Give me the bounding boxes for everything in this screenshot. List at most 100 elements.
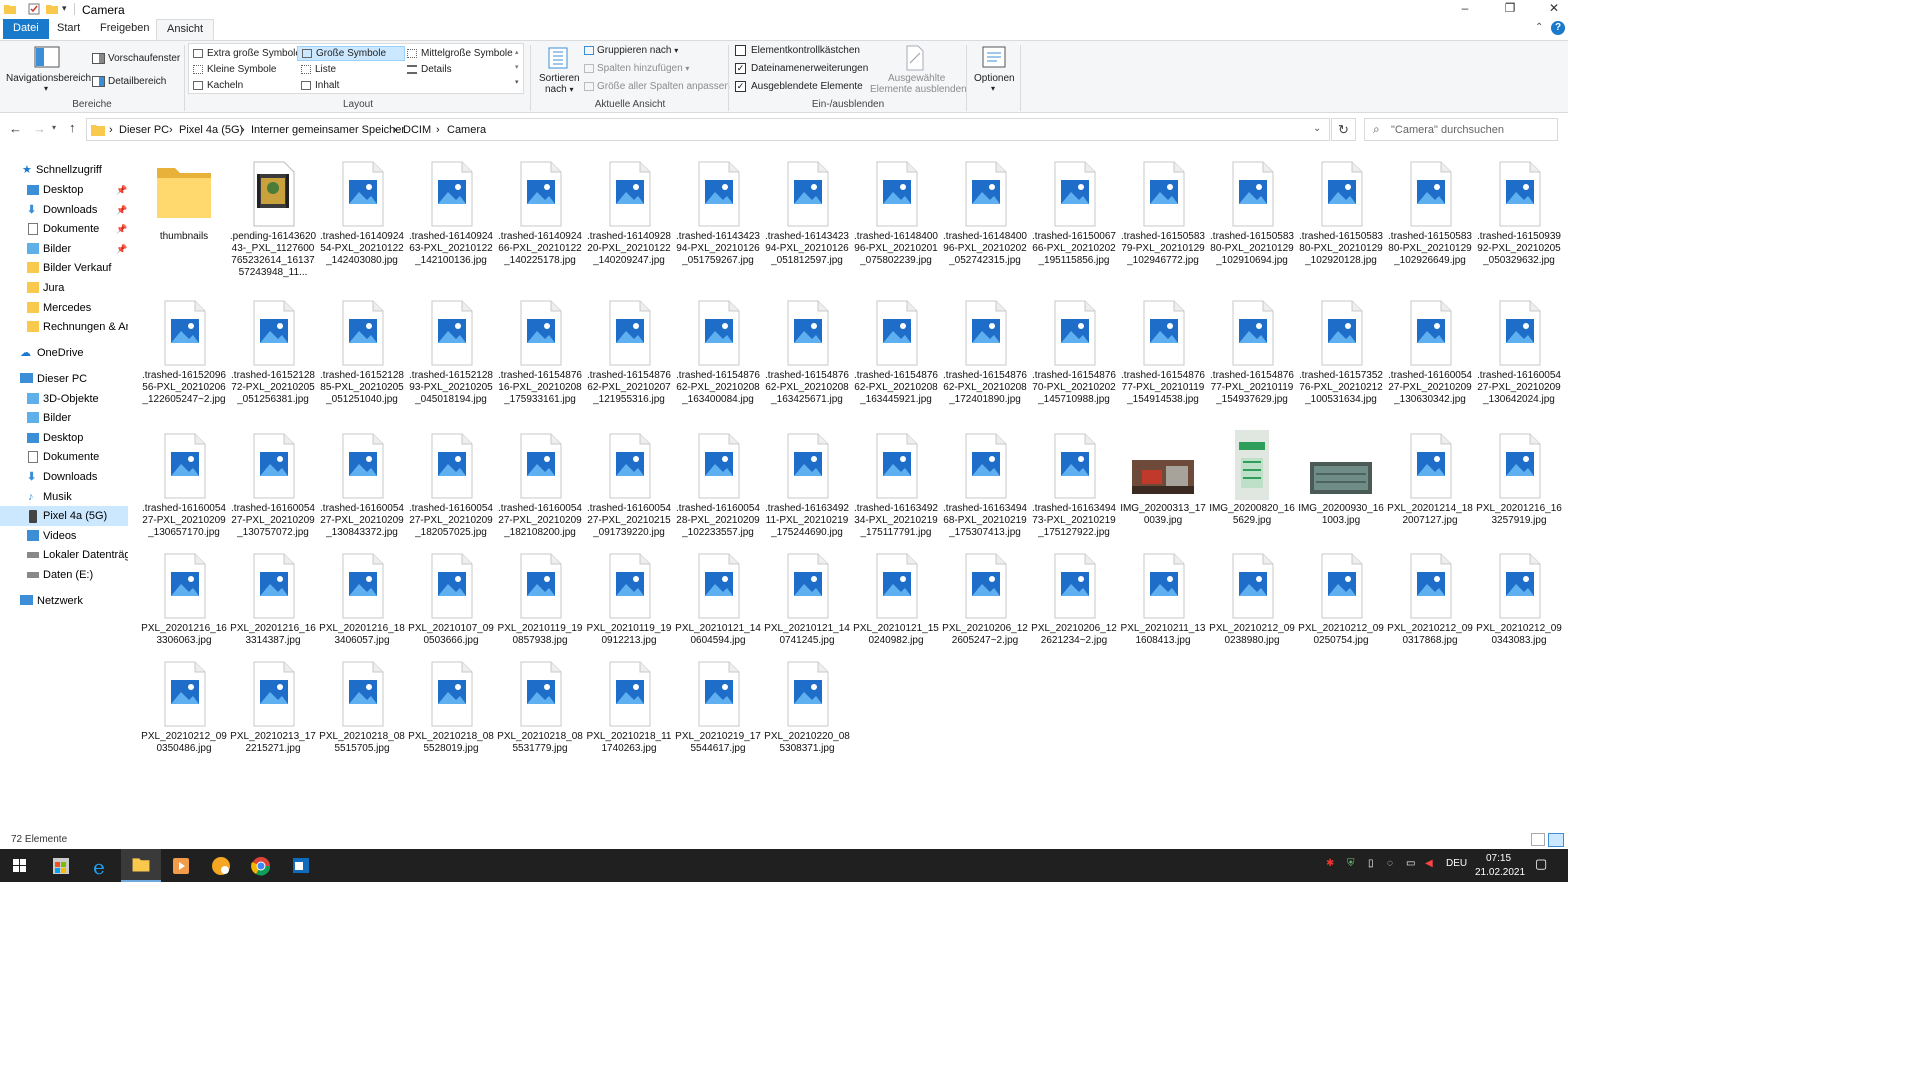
layout-tiles[interactable]: Kacheln <box>193 80 243 91</box>
file-item[interactable]: .trashed-1615058380-PXL_20210129_1029266… <box>1386 150 1474 280</box>
pin-icon[interactable]: 📌 <box>116 180 127 200</box>
file-item[interactable]: .trashed-1615058380-PXL_20210129_1029106… <box>1208 150 1296 280</box>
file-item[interactable]: .trashed-1615487616-PXL_20210208_1759331… <box>496 289 584 419</box>
properties-icon[interactable] <box>28 3 40 15</box>
breadcrumb-separator-icon[interactable]: › <box>241 124 245 136</box>
file-item[interactable]: PXL_20210212_090317868.jpg <box>1386 542 1474 672</box>
file-item[interactable]: .trashed-1615209656-PXL_20210206_1226052… <box>140 289 228 419</box>
breadcrumb-pixel[interactable]: Pixel 4a (5G) <box>179 124 243 136</box>
file-item[interactable]: .trashed-1616349211-PXL_20210219_1752446… <box>763 422 851 552</box>
layout-small-icons[interactable]: Kleine Symbole <box>193 64 276 75</box>
chrome-icon[interactable] <box>241 849 281 882</box>
file-item[interactable]: .trashed-1616005427-PXL_20210209_1821082… <box>496 422 584 552</box>
layout-extra-large-icons[interactable]: Extra große Symbole <box>193 48 301 59</box>
hide-selected-button[interactable]: Ausgewählte <box>888 73 945 84</box>
up-arrow-icon[interactable]: ↑ <box>69 120 76 135</box>
file-item[interactable]: .trashed-1616349468-PXL_20210219_1753074… <box>941 422 1029 552</box>
clock-date[interactable]: 21.02.2021 <box>1475 867 1525 878</box>
nav-pc-downloads[interactable]: ⬇ Downloads <box>0 467 128 487</box>
sort-button[interactable]: Sortieren <box>539 73 580 84</box>
folder-item[interactable]: thumbnails <box>140 150 228 280</box>
file-item[interactable]: .trashed-1615487662-PXL_20210208_1724018… <box>941 289 1029 419</box>
windows-start-icon[interactable] <box>0 849 40 882</box>
new-folder-icon[interactable] <box>46 3 58 15</box>
tab-datei[interactable]: Datei <box>3 19 49 39</box>
file-explorer-icon[interactable] <box>121 849 161 882</box>
file-item[interactable]: .trashed-1614092466-PXL_20210122_1402251… <box>496 150 584 280</box>
nav-onedrive[interactable]: ☁ OneDrive <box>0 343 128 363</box>
file-item[interactable]: .trashed-1616005427-PXL_20210209_1306303… <box>1386 289 1474 419</box>
navigation-pane-dropdown-icon[interactable]: ▾ <box>44 84 48 93</box>
file-item[interactable]: PXL_20210218_085531779.jpg <box>496 650 584 780</box>
file-item[interactable]: .trashed-1614342394-PXL_20210126_0517592… <box>674 150 762 280</box>
help-icon[interactable]: ? <box>1551 21 1565 35</box>
file-item[interactable]: .pending-1614362043-_PXL_112760076523261… <box>229 150 317 280</box>
file-item[interactable]: PXL_20210212_090350486.jpg <box>140 650 228 780</box>
hidden-items-checkbox[interactable]: ✓ <box>735 81 746 92</box>
address-history-icon[interactable]: ⌄ <box>1313 123 1321 134</box>
nav-quick-bilder[interactable]: Bilder 📌 <box>0 239 128 259</box>
size-all-columns-button[interactable]: Größe aller Spalten anpassen <box>584 81 730 92</box>
pin-icon[interactable]: 📌 <box>116 219 127 239</box>
display-icon[interactable]: ▭ <box>1406 858 1415 869</box>
file-item[interactable]: .trashed-1614092463-PXL_20210122_1421001… <box>407 150 495 280</box>
internet-explorer-icon[interactable]: e <box>81 849 121 882</box>
file-item[interactable]: .trashed-1615212885-PXL_20210205_0512510… <box>318 289 406 419</box>
layout-list[interactable]: Liste <box>301 64 336 75</box>
file-item[interactable]: .trashed-1614840096-PXL_20210202_0527423… <box>941 150 1029 280</box>
clock-time[interactable]: 07:15 <box>1486 853 1511 864</box>
file-item[interactable]: .trashed-1615487677-PXL_20210119_1549145… <box>1119 289 1207 419</box>
file-item[interactable]: IMG_20200930_161003.jpg <box>1297 422 1385 552</box>
pin-icon[interactable]: 📌 <box>116 200 127 220</box>
nav-this-pc[interactable]: Dieser PC <box>0 369 128 389</box>
nav-quick-jura[interactable]: Jura <box>0 278 128 298</box>
preview-pane-button[interactable]: Vorschaufenster <box>108 53 180 64</box>
close-button[interactable]: ✕ <box>1540 0 1568 19</box>
nav-pc-videos[interactable]: Videos <box>0 526 128 546</box>
file-item[interactable]: PXL_20210218_111740263.jpg <box>585 650 673 780</box>
gallery-scroll-up-icon[interactable]: ▴ <box>515 48 519 56</box>
file-item[interactable]: PXL_20210213_172215271.jpg <box>229 650 317 780</box>
file-item[interactable]: .trashed-1616005427-PXL_20210209_1306420… <box>1475 289 1563 419</box>
file-item[interactable]: .trashed-1616005428-PXL_20210209_1022335… <box>674 422 762 552</box>
file-item[interactable]: PXL_20210212_090238980.jpg <box>1208 542 1296 672</box>
back-arrow-icon[interactable]: ← <box>9 121 22 136</box>
file-item[interactable]: PXL_20210220_085308371.jpg <box>763 650 851 780</box>
file-item[interactable]: PXL_20210206_122605247~2.jpg <box>941 542 1029 672</box>
file-item[interactable]: .trashed-1615487662-PXL_20210208_1634256… <box>763 289 851 419</box>
layout-content[interactable]: Inhalt <box>301 80 339 91</box>
store-icon[interactable] <box>41 849 81 882</box>
media-player-icon[interactable] <box>161 849 201 882</box>
file-item[interactable]: PXL_20210211_131608413.jpg <box>1119 542 1207 672</box>
forward-arrow-icon[interactable]: → <box>33 121 46 136</box>
gallery-scroll-down-icon[interactable]: ▾ <box>515 63 519 71</box>
file-item[interactable]: .trashed-1614092820-PXL_20210122_1402092… <box>585 150 673 280</box>
minimize-button[interactable]: – <box>1451 0 1479 19</box>
tab-start[interactable]: Start <box>47 19 90 39</box>
input-language[interactable]: DEU <box>1446 858 1467 869</box>
file-extensions-checkbox[interactable]: ✓ <box>735 63 746 74</box>
wifi-icon[interactable]: ◌ <box>1387 858 1393 869</box>
nav-quick-rechnungen[interactable]: Rechnungen & Anle <box>0 317 128 337</box>
layout-medium-icons[interactable]: Mittelgroße Symbole <box>407 48 513 59</box>
breadcrumb-separator-icon[interactable]: › <box>109 124 113 136</box>
chat-app-icon[interactable] <box>201 849 241 882</box>
volume-icon[interactable]: ◀ <box>1425 858 1433 869</box>
file-item[interactable]: .trashed-1616005427-PXL_20210209_1307570… <box>229 422 317 552</box>
file-item[interactable]: .trashed-1616005427-PXL_20210209_1308433… <box>318 422 406 552</box>
maximize-button[interactable]: ❐ <box>1496 0 1524 19</box>
pin-icon[interactable]: 📌 <box>116 239 127 259</box>
file-item[interactable]: .trashed-1616005427-PXL_20210209_1820570… <box>407 422 495 552</box>
breadcrumb-separator-icon[interactable]: › <box>393 124 397 136</box>
file-item[interactable]: PXL_20210212_090250754.jpg <box>1297 542 1385 672</box>
nav-pc-dokumente[interactable]: Dokumente <box>0 447 128 467</box>
outlook-icon[interactable] <box>281 849 321 882</box>
file-item[interactable]: .trashed-1614342394-PXL_20210126_0518125… <box>763 150 851 280</box>
breadcrumb-separator-icon[interactable]: › <box>436 124 440 136</box>
add-columns-button[interactable]: Spalten hinzufügen ▾ <box>584 63 689 74</box>
security-tray-icon[interactable]: ✱ <box>1326 858 1334 869</box>
details-pane-button[interactable]: Detailbereich <box>108 76 166 87</box>
nav-network[interactable]: Netzwerk <box>0 591 128 611</box>
file-item[interactable]: PXL_20210212_090343083.jpg <box>1475 542 1563 672</box>
file-item[interactable]: PXL_20201216_163257919.jpg <box>1475 422 1563 552</box>
